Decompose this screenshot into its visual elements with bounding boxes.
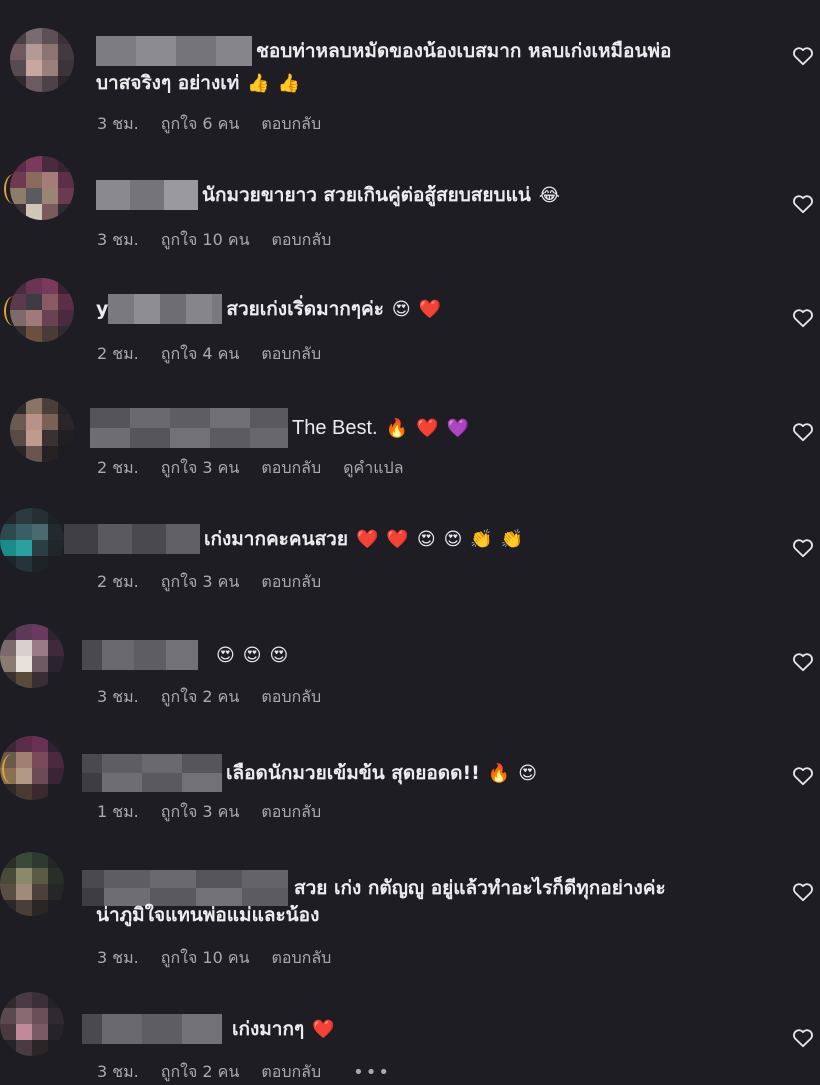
ellipsis-icon[interactable]: ••• [353,1062,391,1083]
emoji: ❤️ [416,417,439,439]
likes-count[interactable]: ถูกใจ 4 คน [161,342,240,367]
username-redacted[interactable] [82,1014,222,1044]
likes-count[interactable]: ถูกใจ 10 คน [161,946,250,971]
comment-text: The Best. [292,417,378,439]
emoji: ❤️ [386,528,409,550]
heart-outline-icon[interactable] [792,46,814,66]
avatar[interactable] [0,852,64,916]
heart-outline-icon[interactable] [792,766,814,786]
emoji: 😍 [242,644,262,666]
heart-outline-icon[interactable] [792,194,814,214]
reply-button[interactable]: ตอบกลับ [272,946,332,971]
reply-button[interactable]: ตอบกลับ [272,228,332,253]
heart-outline-icon[interactable] [792,1028,814,1048]
emoji: 👏 [500,528,524,550]
username-redacted[interactable] [90,408,288,448]
reply-button[interactable]: ตอบกลับ [261,685,321,710]
comment-text: สวยเก่งเริ่ดมากๆค่ะ [226,298,384,320]
likes-count[interactable]: ถูกใจ 2 คน [161,685,240,710]
emoji: 💜 [446,417,469,439]
comment-time: 3 ชม. [97,114,139,133]
likes-count[interactable]: ถูกใจ 6 คน [161,112,240,137]
emoji: ❤️ [355,528,379,550]
likes-count[interactable]: ถูกใจ 2 คน [161,1060,240,1085]
likes-count[interactable]: ถูกใจ 3 คน [161,800,240,825]
translate-button[interactable]: ดูคำแปล [343,456,403,481]
reply-button[interactable]: ตอบกลับ [261,1060,321,1085]
comment-text-line2: น่าภูมิใจแทนพ่อแม่และน้อง [96,904,320,926]
emoji: 🔥 [385,417,409,439]
emoji: 😂 [538,184,560,206]
avatar[interactable] [10,28,74,92]
emoji: 🔥 [487,762,511,784]
likes-count[interactable]: ถูกใจ 3 คน [161,456,240,481]
avatar[interactable] [0,508,64,572]
reply-button[interactable]: ตอบกลับ [261,342,321,367]
avatar[interactable] [0,992,64,1056]
emoji: 😍 [391,298,411,320]
emoji: 👏 [470,528,493,550]
comments-list: ชอบท่าหลบหมัดของน้องเบสมาก หลบเก่งเหมือน… [0,0,820,1085]
avatar[interactable] [10,278,74,342]
emoji: 😍 [518,762,537,784]
heart-outline-icon[interactable] [792,538,814,558]
comment-time: 3 ชม. [97,230,139,249]
username-redacted[interactable] [82,754,222,792]
comment-time: 1 ชม. [97,802,139,821]
likes-count[interactable]: ถูกใจ 3 คน [161,570,240,595]
comment-text: นักมวยขายาว สวยเกินคู่ต่อสู้สยบสยบแน่ [202,184,531,206]
comment-text: สวย เก่ง กตัญญู อยู่แล้วทำอะไรก็ดีทุกอย่… [294,877,666,899]
comment-text: เลือดนักมวยเข้มข้น สุดยอดด!! [226,762,480,784]
emoji: 😍 [416,528,436,550]
username-redacted[interactable] [108,294,223,324]
comment-time: 3 ชม. [97,948,139,967]
username-redacted[interactable] [64,524,200,554]
heart-outline-icon[interactable] [792,308,814,328]
avatar[interactable] [10,156,74,220]
emoji: ❤️ [312,1018,335,1040]
emoji: 😍 [443,528,463,550]
reply-button[interactable]: ตอบกลับ [261,112,321,137]
comment-time: 2 ชม. [97,344,139,363]
comment-text-line2: บาสจริงๆ อย่างเท่ [96,72,240,94]
comment-text: เก่งมากคะคนสวย [204,528,348,550]
comment-time: 3 ชม. [97,1062,139,1081]
heart-outline-icon[interactable] [792,882,814,902]
reply-button[interactable]: ตอบกลับ [261,456,321,481]
emoji: 😍 [269,644,289,666]
avatar[interactable] [10,398,74,462]
reply-button[interactable]: ตอบกลับ [261,570,321,595]
emoji: ❤️ [418,298,442,320]
heart-outline-icon[interactable] [792,652,814,672]
avatar[interactable] [0,624,64,688]
comment-text: ชอบท่าหลบหมัดของน้องเบสมาก หลบเก่งเหมือน… [256,40,672,62]
reply-button[interactable]: ตอบกลับ [261,800,321,825]
likes-count[interactable]: ถูกใจ 10 คน [161,228,250,253]
avatar[interactable] [0,736,64,800]
comment-time: 3 ชม. [97,687,139,706]
comment-text: เก่งมากๆ [232,1018,305,1040]
username-redacted[interactable] [82,640,198,670]
heart-outline-icon[interactable] [792,422,814,442]
username-redacted[interactable] [96,180,198,210]
emoji: 👍 [247,72,270,94]
comment-time: 2 ชม. [97,572,139,591]
emoji: 👍 [277,72,301,94]
emoji: 😍 [216,644,235,666]
username-visible[interactable]: y [96,294,108,324]
comment-time: 2 ชม. [97,458,139,477]
username-redacted[interactable] [96,36,252,66]
